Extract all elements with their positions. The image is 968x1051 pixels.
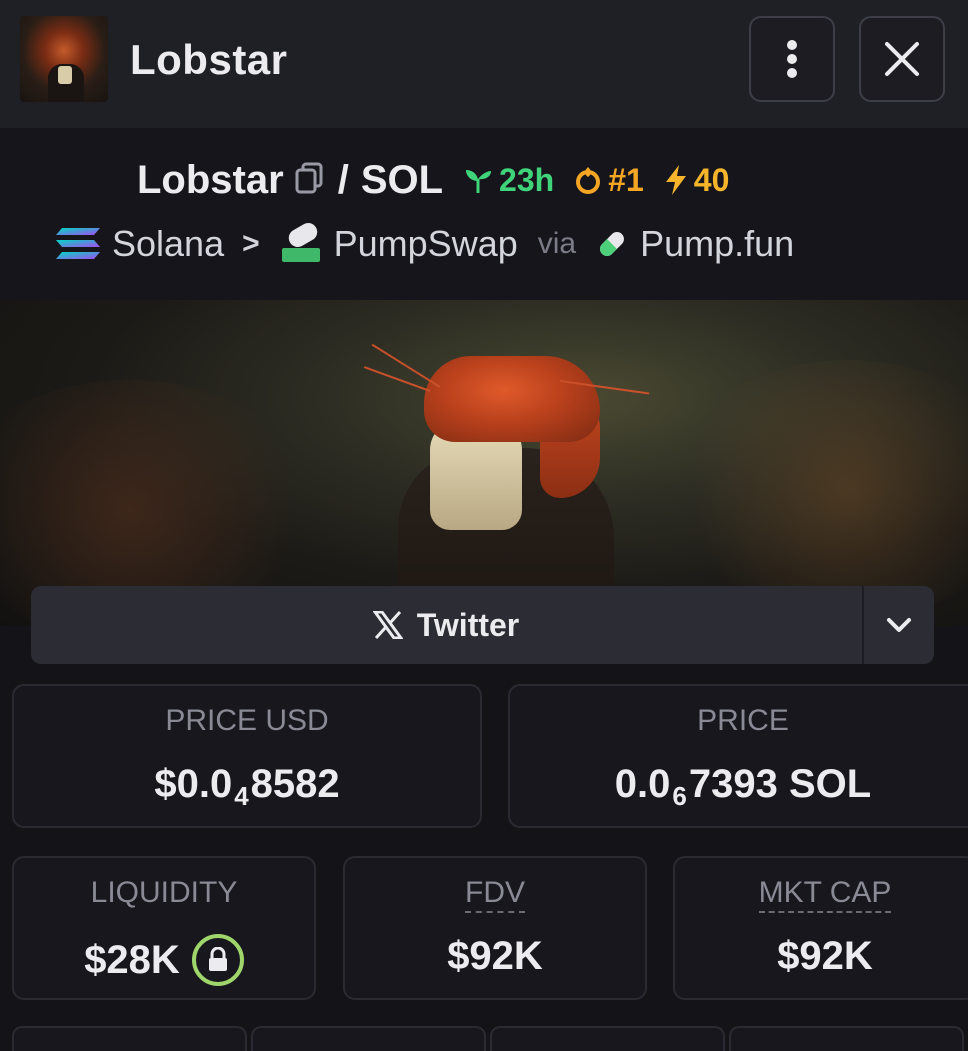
tab-4[interactable] (729, 1026, 964, 1051)
chevron-down-icon (887, 618, 911, 632)
solana-icon (54, 226, 102, 262)
twitter-label: Twitter (416, 606, 520, 643)
chevron-right-icon: > (242, 227, 260, 260)
chain-line: Solana > PumpSwap via Pump.fun (54, 220, 794, 268)
liquidity-label: LIQUIDITY (90, 876, 238, 909)
quote-token-name: SOL (360, 157, 444, 202)
pair-line: Lobstar / SOL 23h #1 40 (137, 156, 749, 204)
price-usd-prefix: $0.0 (154, 762, 233, 806)
token-avatar (20, 16, 108, 102)
pumpswap-icon (278, 222, 324, 266)
fdv-card: FDV $92K (343, 856, 647, 1000)
token-title: Lobstar (130, 36, 288, 83)
boost-badge: 40 (664, 161, 730, 199)
price-usd-zero-count: 4 (234, 781, 249, 811)
close-icon (885, 42, 919, 76)
base-token-name: Lobstar (137, 157, 284, 202)
price-digits: 7393 SOL (688, 762, 872, 806)
rank-value: #1 (608, 161, 644, 198)
fdv-value: $92K (447, 934, 543, 978)
social-dropdown-button[interactable] (864, 586, 934, 664)
liquidity-card: LIQUIDITY $28K (12, 856, 316, 1000)
price-native-card: PRICE 0.067393 SOL (508, 684, 968, 828)
mcap-value: $92K (777, 934, 873, 978)
close-button[interactable] (859, 16, 945, 102)
social-links-bar: Twitter (31, 586, 934, 664)
more-button[interactable] (749, 16, 835, 102)
liquidity-value-row: $28K (14, 934, 314, 986)
vertical-dots-icon (787, 40, 797, 78)
tab-2[interactable] (251, 1026, 486, 1051)
price-usd-value: $0.048582 (14, 762, 480, 811)
x-logo-icon (372, 611, 403, 639)
price-label: PRICE (697, 704, 789, 737)
price-native-value: 0.067393 SOL (510, 762, 968, 811)
price-usd-card: PRICE USD $0.048582 (12, 684, 482, 828)
bottom-tabs (12, 1026, 968, 1051)
lock-icon[interactable] (191, 934, 244, 986)
lightning-icon (665, 165, 686, 195)
market-cap-card: MKT CAP $92K (673, 856, 968, 1000)
price-zero-count: 6 (672, 781, 687, 811)
mcap-label-wrap[interactable]: MKT CAP (675, 876, 968, 913)
fdv-label[interactable]: FDV (465, 876, 525, 913)
dex-link[interactable]: PumpSwap (334, 223, 518, 265)
age-badge: 23h (463, 162, 554, 199)
via-label: via (537, 227, 577, 260)
price-prefix: 0.0 (614, 762, 671, 806)
mcap-label[interactable]: MKT CAP (758, 876, 892, 913)
top-bar: Lobstar (0, 0, 968, 128)
fdv-label-wrap[interactable]: FDV (345, 876, 645, 913)
age-value: 23h (499, 161, 555, 198)
price-usd-label: PRICE USD (165, 704, 329, 737)
tab-3[interactable] (490, 1026, 725, 1051)
pair-separator: / (337, 157, 349, 202)
pill-icon (594, 226, 630, 262)
liquidity-value: $28K (84, 937, 180, 982)
tab-1[interactable] (12, 1026, 247, 1051)
chain-link[interactable]: Solana (112, 223, 224, 265)
rank-badge: #1 (574, 162, 644, 199)
token-banner-image (0, 300, 968, 626)
twitter-button[interactable]: Twitter (31, 586, 861, 664)
flame-icon (576, 167, 601, 194)
pair-info (0, 128, 968, 300)
copy-icon[interactable] (294, 162, 324, 199)
boost-value: 40 (693, 161, 730, 198)
sprout-icon (466, 170, 492, 193)
launchpad-link[interactable]: Pump.fun (640, 223, 794, 265)
price-usd-digits: 8582 (250, 762, 340, 806)
